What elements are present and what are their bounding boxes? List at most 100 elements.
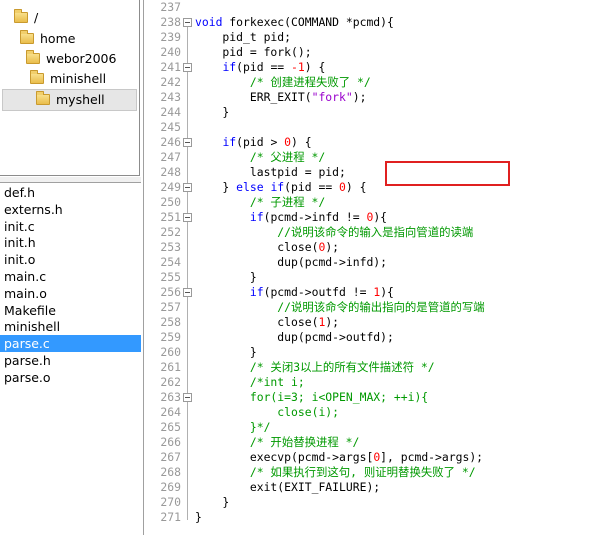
fold-toggle-icon[interactable] (183, 138, 192, 147)
code-line: 259 dup(pcmd->outfd); (147, 330, 595, 345)
file-list-item[interactable]: minishell (0, 318, 141, 335)
file-list-item[interactable]: init.h (0, 234, 141, 251)
line-number: 252 (160, 225, 181, 239)
code-line: 257 //说明该命令的输出指向的是管道的写端 (147, 300, 595, 315)
code-line: 241 if(pid == -1) { (147, 60, 595, 75)
code-token: lastpid = pid; (195, 165, 346, 179)
code-line: 248 lastpid = pid; (147, 165, 595, 180)
code-text: //说明该命令的输出指向的是管道的写端 (195, 300, 485, 315)
code-token: (pid == (284, 180, 340, 194)
code-token: ) { (291, 135, 312, 149)
line-number: 238 (160, 15, 181, 29)
code-token: if (222, 60, 237, 74)
file-list-item[interactable]: main.c (0, 268, 141, 285)
folder-icon (14, 9, 28, 23)
code-token: if (222, 135, 237, 149)
code-line: 249 } else if(pid == 0) { (147, 180, 595, 195)
code-token: 0 (284, 135, 292, 149)
folder-icon (30, 70, 44, 84)
line-number: 263 (160, 390, 181, 404)
code-text: if(pid == -1) { (195, 60, 325, 75)
fold-toggle-icon[interactable] (183, 288, 192, 297)
line-number: 262 (160, 375, 181, 389)
line-number: 251 (160, 210, 181, 224)
code-token: void (195, 15, 223, 29)
file-list-item[interactable]: parse.c (0, 335, 141, 353)
code-token: if (249, 285, 264, 299)
line-number: 264 (160, 405, 181, 419)
code-token: } (195, 180, 237, 194)
code-token: -1 (291, 60, 305, 74)
tree-folder-home[interactable]: home (20, 29, 75, 49)
file-list-item[interactable]: Makefile (0, 302, 141, 319)
tree-folder-webor2006[interactable]: webor2006 (26, 49, 116, 69)
fold-toggle-icon[interactable] (183, 183, 192, 192)
code-line: 269 exit(EXIT_FAILURE); (147, 480, 595, 495)
code-text: close(1); (195, 315, 339, 330)
fold-toggle-icon[interactable] (183, 63, 192, 72)
tree-folder-myshell[interactable]: myshell (36, 90, 105, 110)
fold-toggle-icon[interactable] (183, 213, 192, 222)
line-number: 267 (160, 450, 181, 464)
fold-toggle-icon[interactable] (183, 18, 192, 27)
file-list-item[interactable]: main.o (0, 285, 141, 302)
line-number: 239 (160, 30, 181, 44)
code-editor[interactable]: 237 238 void forkexec(COMMAND *pcmd){239 p… (147, 0, 595, 535)
line-number: 254 (160, 255, 181, 269)
code-text: /* 创建进程失败了 */ (195, 75, 371, 90)
code-token: //说明该命令的输出指向的是管道的写端 (195, 300, 485, 314)
code-line: 251 if(pcmd->infd != 0){ (147, 210, 595, 225)
code-text: /* 关闭3以上的所有文件描述符 */ (195, 360, 435, 375)
code-text: } (195, 270, 257, 285)
line-number: 271 (160, 510, 181, 524)
line-number: 248 (160, 165, 181, 179)
code-text: dup(pcmd->infd); (195, 255, 387, 270)
code-text: dup(pcmd->outfd); (195, 330, 394, 345)
line-number: 269 (160, 480, 181, 494)
line-number: 245 (160, 120, 181, 134)
code-token: 0 (339, 180, 346, 194)
code-text: close(i); (195, 405, 339, 420)
code-line: 245 (147, 120, 595, 135)
line-number: 246 (160, 135, 181, 149)
code-token: (pid > (236, 135, 285, 149)
line-number: 260 (160, 345, 181, 359)
code-line: 256 if(pcmd->outfd != 1){ (147, 285, 595, 300)
file-list-item[interactable]: externs.h (0, 201, 141, 218)
file-list-item[interactable]: parse.o (0, 369, 141, 386)
line-number: 237 (160, 0, 181, 14)
code-token: forkexec(COMMAND *pcmd){ (222, 15, 394, 29)
file-list-item[interactable]: parse.h (0, 352, 141, 369)
code-text: } (195, 495, 229, 510)
line-number: 242 (160, 75, 181, 89)
tree-folder-[interactable]: / (14, 8, 38, 28)
code-line: 247 /* 父进程 */ (147, 150, 595, 165)
code-line: 264 close(i); (147, 405, 595, 420)
file-list-item[interactable]: init.c (0, 218, 141, 235)
file-list-item[interactable]: def.h (0, 184, 141, 201)
code-token: pid = fork(); (195, 45, 312, 59)
tree-folder-minishell[interactable]: minishell (30, 69, 106, 89)
code-text: exit(EXIT_FAILURE); (195, 480, 380, 495)
code-token: //说明该命令的输入是指向管道的读端 (195, 225, 474, 239)
folder-icon (20, 30, 34, 44)
code-line: 239 pid_t pid; (147, 30, 595, 45)
code-line: 252 //说明该命令的输入是指向管道的读端 (147, 225, 595, 240)
line-number: 247 (160, 150, 181, 164)
code-text: /* 子进程 */ (195, 195, 325, 210)
code-text: ERR_EXIT("fork"); (195, 90, 367, 105)
code-line: 240 pid = fork(); (147, 45, 595, 60)
code-token: /* 创建进程失败了 */ (195, 75, 371, 89)
code-line: 243 ERR_EXIT("fork"); (147, 90, 595, 105)
code-token: } (195, 510, 202, 524)
code-text: close(0); (195, 240, 339, 255)
folder-icon (26, 50, 40, 64)
code-token: }*/ (195, 420, 271, 434)
file-list-item[interactable]: init.o (0, 251, 141, 268)
code-line: 254 dup(pcmd->infd); (147, 255, 595, 270)
fold-toggle-icon[interactable] (183, 393, 192, 402)
tree-folder-label: / (34, 10, 39, 25)
code-line: 261 /* 关闭3以上的所有文件描述符 */ (147, 360, 595, 375)
